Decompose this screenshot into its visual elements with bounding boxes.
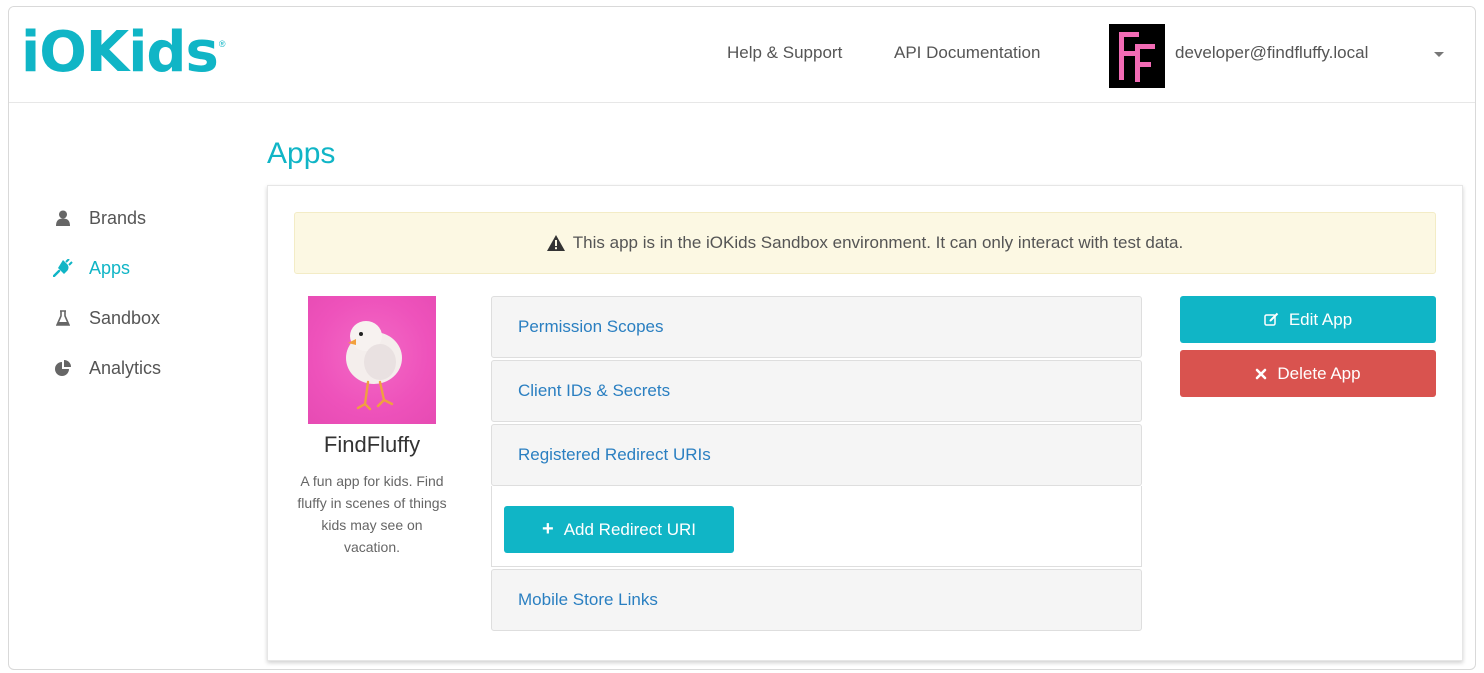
- user-icon: [53, 208, 73, 228]
- add-redirect-uri-label: Add Redirect URI: [563, 519, 696, 539]
- section-registered-redirect-uris[interactable]: Registered Redirect URIs: [491, 424, 1142, 486]
- user-email[interactable]: developer@findfluffy.local: [1175, 43, 1368, 63]
- sidebar: Brands Apps Sandbox Analytics: [53, 193, 253, 393]
- registered-mark: ®: [218, 39, 226, 49]
- delete-app-label: Delete App: [1277, 363, 1361, 383]
- warning-icon: [546, 235, 565, 251]
- sidebar-item-brands[interactable]: Brands: [53, 193, 253, 243]
- close-icon: [1255, 368, 1267, 380]
- app-name: FindFluffy: [323, 432, 421, 457]
- sidebar-item-label: Analytics: [89, 357, 162, 378]
- sidebar-item-label: Brands: [89, 207, 147, 228]
- top-navbar: iOKids ® Help & Support API Documentatio…: [9, 7, 1475, 103]
- delete-app-button[interactable]: Delete App: [1180, 350, 1436, 397]
- ff-monogram-icon: [1109, 24, 1165, 88]
- avatar[interactable]: [1109, 24, 1165, 88]
- section-mobile-store-links[interactable]: Mobile Store Links: [491, 569, 1142, 631]
- sidebar-item-label: Apps: [89, 257, 131, 278]
- app-thumbnail: [308, 296, 436, 424]
- redirect-uris-body: + Add Redirect URI: [491, 486, 1142, 567]
- edit-icon: [1264, 312, 1279, 327]
- plus-icon: +: [542, 518, 554, 540]
- app-detail-panel: This app is in the iOKids Sandbox enviro…: [267, 185, 1463, 661]
- iokids-logo[interactable]: iOKids ®: [21, 21, 225, 81]
- pie-chart-icon: [53, 358, 73, 378]
- chevron-down-icon[interactable]: [1434, 52, 1444, 57]
- plug-icon: [53, 258, 73, 278]
- add-redirect-uri-button[interactable]: + Add Redirect URI: [504, 506, 734, 553]
- edit-app-label: Edit App: [1288, 309, 1353, 329]
- nav-help-support-link[interactable]: Help & Support: [727, 43, 842, 63]
- app-settings-accordion: Permission Scopes Client IDs & Secrets R…: [491, 296, 1142, 633]
- page-title: Apps: [267, 137, 336, 170]
- alert-text: This app is in the iOKids Sandbox enviro…: [572, 233, 1184, 252]
- sandbox-alert: This app is in the iOKids Sandbox enviro…: [294, 212, 1436, 274]
- flask-icon: [53, 308, 73, 328]
- section-client-ids-secrets[interactable]: Client IDs & Secrets: [491, 360, 1142, 422]
- sidebar-item-sandbox[interactable]: Sandbox: [53, 293, 253, 343]
- sidebar-item-label: Sandbox: [89, 307, 161, 328]
- edit-app-button[interactable]: Edit App: [1180, 296, 1436, 343]
- app-window: iOKids ® Help & Support API Documentatio…: [8, 6, 1476, 670]
- sidebar-item-apps[interactable]: Apps: [53, 243, 253, 293]
- logo-text: iOKids: [21, 20, 219, 85]
- sidebar-item-analytics[interactable]: Analytics: [53, 343, 253, 393]
- chick-image: [346, 321, 402, 411]
- section-permission-scopes[interactable]: Permission Scopes: [491, 296, 1142, 358]
- nav-api-documentation-link[interactable]: API Documentation: [894, 43, 1040, 63]
- app-description: A fun app for kids. Find fluffy in scene…: [297, 473, 447, 555]
